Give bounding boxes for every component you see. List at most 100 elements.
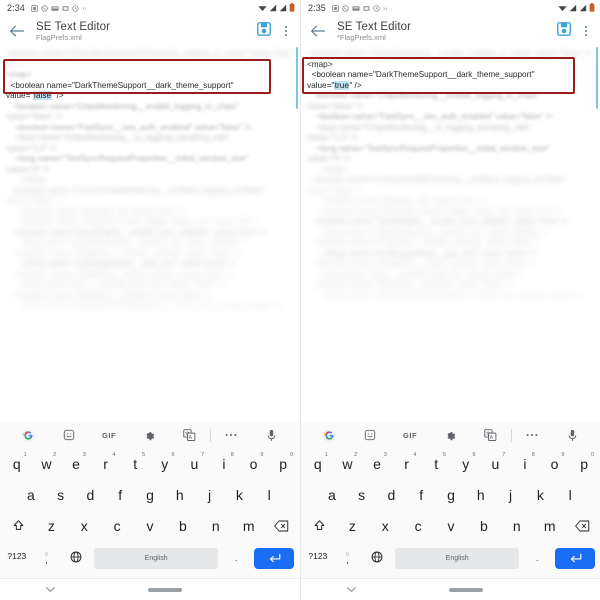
shift-icon[interactable] xyxy=(2,512,35,543)
key-d[interactable]: d xyxy=(377,481,407,512)
more-options-icon[interactable] xyxy=(211,422,251,448)
key-d[interactable]: d xyxy=(76,481,106,512)
key-u[interactable]: u7 xyxy=(481,450,511,481)
microphone-icon[interactable] xyxy=(553,422,593,448)
key-x[interactable]: x xyxy=(369,512,402,543)
back-button[interactable] xyxy=(307,20,329,42)
key-y[interactable]: y6 xyxy=(150,450,180,481)
key-c[interactable]: c xyxy=(101,512,134,543)
enter-icon[interactable] xyxy=(555,547,596,569)
key-m[interactable]: m xyxy=(533,512,566,543)
period-key[interactable]: . xyxy=(221,543,251,574)
key-b[interactable]: b xyxy=(166,512,199,543)
shift-icon[interactable] xyxy=(303,512,336,543)
google-logo-icon[interactable] xyxy=(309,422,349,448)
on-screen-keyboard[interactable]: GIF A文 q1 w2 e 3 r 4 t 5 y 6 u 7 i 8 o 9… xyxy=(0,422,300,578)
key-i[interactable]: i8 xyxy=(510,450,540,481)
key-b[interactable]: b xyxy=(467,512,500,543)
key-h[interactable]: h xyxy=(165,481,195,512)
key-l[interactable]: l xyxy=(254,481,284,512)
overflow-menu-icon[interactable] xyxy=(580,23,592,39)
overflow-menu-icon[interactable] xyxy=(280,23,292,39)
sticker-icon[interactable] xyxy=(349,422,389,448)
key-q[interactable]: q1 xyxy=(303,450,333,481)
symbols-key[interactable]: ?123 xyxy=(303,543,333,574)
key-j[interactable]: j xyxy=(496,481,526,512)
key-a[interactable]: a xyxy=(317,481,347,512)
globe-icon[interactable] xyxy=(362,543,392,574)
key-a[interactable]: a xyxy=(16,481,46,512)
code-editor[interactable]: <boolean name="ChipsMonitoring\u2014enab… xyxy=(0,46,300,412)
key-n[interactable]: n xyxy=(199,512,232,543)
key-v[interactable]: v xyxy=(435,512,468,543)
home-pill[interactable] xyxy=(148,587,182,592)
key-o[interactable]: o9 xyxy=(540,450,570,481)
key-y[interactable]: y6 xyxy=(451,450,481,481)
key-q[interactable]: q1 xyxy=(2,450,32,481)
code-editor[interactable]: <boolean name="ChipsMonitoring__enable_l… xyxy=(301,46,600,412)
key-p[interactable]: p0 xyxy=(268,450,298,481)
key-w[interactable]: w2 xyxy=(32,450,62,481)
enter-icon[interactable] xyxy=(254,547,295,569)
key-k[interactable]: k xyxy=(224,481,254,512)
key-j[interactable]: j xyxy=(195,481,225,512)
key-p[interactable]: p0 xyxy=(569,450,599,481)
microphone-icon[interactable] xyxy=(252,422,292,448)
key-v[interactable]: v xyxy=(134,512,167,543)
key-i[interactable]: i8 xyxy=(209,450,239,481)
comma-key[interactable]: ○ , xyxy=(333,543,363,573)
gif-icon[interactable]: GIF xyxy=(89,422,129,448)
key-x[interactable]: x xyxy=(68,512,101,543)
key-g[interactable]: g xyxy=(135,481,165,512)
key-s[interactable]: s xyxy=(347,481,377,512)
settings-gear-icon[interactable] xyxy=(430,422,470,448)
save-icon[interactable] xyxy=(557,21,571,41)
translate-icon[interactable]: A文 xyxy=(170,422,210,448)
key-h[interactable]: h xyxy=(466,481,496,512)
home-pill[interactable] xyxy=(449,587,483,592)
back-button[interactable] xyxy=(6,20,28,42)
key-w[interactable]: w2 xyxy=(333,450,363,481)
key-m[interactable]: m xyxy=(232,512,265,543)
google-logo-icon[interactable] xyxy=(8,422,48,448)
key-z[interactable]: z xyxy=(35,512,68,543)
translate-icon[interactable]: A文 xyxy=(471,422,511,448)
selected-value[interactable]: false xyxy=(33,91,52,100)
key-r[interactable]: r4 xyxy=(91,450,121,481)
settings-gear-icon[interactable] xyxy=(129,422,169,448)
comma-key[interactable]: ○ , xyxy=(32,543,62,573)
period-key[interactable]: . xyxy=(522,543,552,574)
sticker-icon[interactable] xyxy=(48,422,88,448)
key-k[interactable]: k xyxy=(525,481,555,512)
on-screen-keyboard[interactable]: GIF A文 q1 w2 e 3 r 4 t 5 y 6 u 7 i 8 o 9… xyxy=(301,422,600,578)
key-f[interactable]: f xyxy=(105,481,135,512)
key-l[interactable]: l xyxy=(555,481,585,512)
key-u[interactable]: u7 xyxy=(180,450,210,481)
gif-icon[interactable]: GIF xyxy=(390,422,430,448)
key-n[interactable]: n xyxy=(500,512,533,543)
key-e[interactable]: e3 xyxy=(362,450,392,481)
key-t[interactable]: t5 xyxy=(120,450,150,481)
key-t[interactable]: t5 xyxy=(421,450,451,481)
save-icon[interactable] xyxy=(257,21,271,41)
space-key[interactable]: English xyxy=(394,547,520,569)
editor-scrollbar[interactable] xyxy=(595,47,598,109)
key-f[interactable]: f xyxy=(406,481,436,512)
key-e[interactable]: e3 xyxy=(61,450,91,481)
symbols-key[interactable]: ?123 xyxy=(2,543,32,574)
more-options-icon[interactable] xyxy=(512,422,552,448)
backspace-icon[interactable] xyxy=(265,512,298,543)
chevron-down-icon[interactable] xyxy=(0,586,100,593)
globe-icon[interactable] xyxy=(61,543,91,574)
key-s[interactable]: s xyxy=(46,481,76,512)
key-o[interactable]: o9 xyxy=(239,450,269,481)
space-key[interactable]: English xyxy=(93,547,219,569)
backspace-icon[interactable] xyxy=(566,512,599,543)
key-r[interactable]: r4 xyxy=(392,450,422,481)
key-z[interactable]: z xyxy=(336,512,369,543)
editor-scrollbar[interactable] xyxy=(295,47,298,109)
selected-value[interactable]: true xyxy=(334,80,350,90)
key-c[interactable]: c xyxy=(402,512,435,543)
chevron-down-icon[interactable] xyxy=(301,586,401,593)
key-g[interactable]: g xyxy=(436,481,466,512)
